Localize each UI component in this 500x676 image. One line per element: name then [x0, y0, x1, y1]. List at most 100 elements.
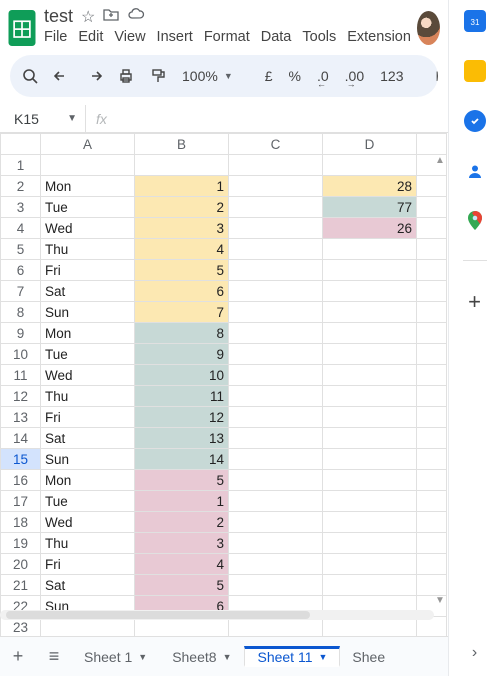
menu-format[interactable]: Format: [204, 29, 250, 45]
cell-D7[interactable]: [323, 281, 417, 302]
cell-D2[interactable]: 28: [323, 176, 417, 197]
select-all-corner[interactable]: [1, 134, 41, 155]
cell-A12[interactable]: Thu: [41, 386, 135, 407]
cloud-status-icon[interactable]: [127, 7, 145, 27]
cell-C8[interactable]: [229, 302, 323, 323]
all-sheets-button[interactable]: ≡: [36, 646, 72, 667]
cell-D1[interactable]: [323, 155, 417, 176]
sheets-app-icon[interactable]: [8, 9, 36, 47]
cell-B20[interactable]: 4: [135, 554, 229, 575]
column-header-A[interactable]: A: [41, 134, 135, 155]
cell-D3[interactable]: 77: [323, 197, 417, 218]
name-box[interactable]: K15▼: [0, 105, 86, 132]
cell-A11[interactable]: Wed: [41, 365, 135, 386]
cell-C17[interactable]: [229, 491, 323, 512]
cell-B12[interactable]: 11: [135, 386, 229, 407]
cell-D10[interactable]: [323, 344, 417, 365]
spreadsheet-grid[interactable]: ABCD 12Mon1283Tue2774Wed3265Thu46Fri57Sa…: [0, 133, 447, 636]
cell-C4[interactable]: [229, 218, 323, 239]
cell-A13[interactable]: Fri: [41, 407, 135, 428]
row-header[interactable]: 18: [1, 512, 41, 533]
percent-format-button[interactable]: %: [289, 68, 301, 84]
star-icon[interactable]: ☆: [81, 7, 95, 27]
cell-D21[interactable]: [323, 575, 417, 596]
row-header[interactable]: 19: [1, 533, 41, 554]
decrease-decimal-button[interactable]: .0←: [317, 68, 329, 84]
cell-C19[interactable]: [229, 533, 323, 554]
cell-A2[interactable]: Mon: [41, 176, 135, 197]
cell-C2[interactable]: [229, 176, 323, 197]
cell-D14[interactable]: [323, 428, 417, 449]
cell-C10[interactable]: [229, 344, 323, 365]
cell-D20[interactable]: [323, 554, 417, 575]
menu-file[interactable]: File: [44, 29, 67, 45]
sheet-tab-sheet8[interactable]: Sheet8▼: [160, 646, 244, 667]
cell-B19[interactable]: 3: [135, 533, 229, 554]
cell-B13[interactable]: 12: [135, 407, 229, 428]
row-header[interactable]: 7: [1, 281, 41, 302]
cell-D19[interactable]: [323, 533, 417, 554]
cell-C11[interactable]: [229, 365, 323, 386]
row-header[interactable]: 11: [1, 365, 41, 386]
cell-D15[interactable]: [323, 449, 417, 470]
cell-B10[interactable]: 9: [135, 344, 229, 365]
cell-C13[interactable]: [229, 407, 323, 428]
cell-A6[interactable]: Fri: [41, 260, 135, 281]
get-addons-button[interactable]: +: [468, 289, 481, 315]
cell-B7[interactable]: 6: [135, 281, 229, 302]
add-sheet-button[interactable]: +: [0, 646, 36, 667]
cell-B1[interactable]: [135, 155, 229, 176]
menu-extension[interactable]: Extension: [347, 29, 411, 45]
document-title[interactable]: test: [44, 6, 73, 27]
column-header-B[interactable]: B: [135, 134, 229, 155]
menu-insert[interactable]: Insert: [157, 29, 193, 45]
cell-A3[interactable]: Tue: [41, 197, 135, 218]
row-header[interactable]: 4: [1, 218, 41, 239]
menu-tools[interactable]: Tools: [302, 29, 336, 45]
calendar-icon[interactable]: 31: [464, 10, 486, 32]
row-header[interactable]: 6: [1, 260, 41, 281]
vertical-scrollbar[interactable]: ▲▼: [434, 155, 446, 606]
cell-B14[interactable]: 13: [135, 428, 229, 449]
sheet-tab-sheet11[interactable]: Sheet 11▼: [244, 646, 340, 667]
cell-C21[interactable]: [229, 575, 323, 596]
cell-B11[interactable]: 10: [135, 365, 229, 386]
cell-B3[interactable]: 2: [135, 197, 229, 218]
cell-D11[interactable]: [323, 365, 417, 386]
cell-C3[interactable]: [229, 197, 323, 218]
cell-C5[interactable]: [229, 239, 323, 260]
cell-B16[interactable]: 5: [135, 470, 229, 491]
cell-C16[interactable]: [229, 470, 323, 491]
account-avatar[interactable]: [417, 11, 440, 45]
cell-D4[interactable]: 26: [323, 218, 417, 239]
row-header[interactable]: 10: [1, 344, 41, 365]
cell-A16[interactable]: Mon: [41, 470, 135, 491]
cell-A4[interactable]: Wed: [41, 218, 135, 239]
cell-C9[interactable]: [229, 323, 323, 344]
cell-D13[interactable]: [323, 407, 417, 428]
row-header[interactable]: 16: [1, 470, 41, 491]
contacts-icon[interactable]: [464, 160, 486, 182]
cell-D18[interactable]: [323, 512, 417, 533]
cell-B8[interactable]: 7: [135, 302, 229, 323]
cell-D5[interactable]: [323, 239, 417, 260]
undo-icon[interactable]: [54, 67, 70, 85]
sheet-tab-sheet1[interactable]: Sheet 1▼: [72, 646, 160, 667]
row-header[interactable]: 5: [1, 239, 41, 260]
cell-B21[interactable]: 5: [135, 575, 229, 596]
cell-C12[interactable]: [229, 386, 323, 407]
cell-B4[interactable]: 3: [135, 218, 229, 239]
cell-A7[interactable]: Sat: [41, 281, 135, 302]
cell-A19[interactable]: Thu: [41, 533, 135, 554]
cell-A9[interactable]: Mon: [41, 323, 135, 344]
cell-A14[interactable]: Sat: [41, 428, 135, 449]
cell-C6[interactable]: [229, 260, 323, 281]
font-dropdown[interactable]: De: [436, 68, 439, 84]
row-header[interactable]: 15: [1, 449, 41, 470]
paint-format-icon[interactable]: [150, 67, 166, 85]
column-header-C[interactable]: C: [229, 134, 323, 155]
cell-D12[interactable]: [323, 386, 417, 407]
row-header[interactable]: 8: [1, 302, 41, 323]
cell-A17[interactable]: Tue: [41, 491, 135, 512]
keep-icon[interactable]: [464, 60, 486, 82]
